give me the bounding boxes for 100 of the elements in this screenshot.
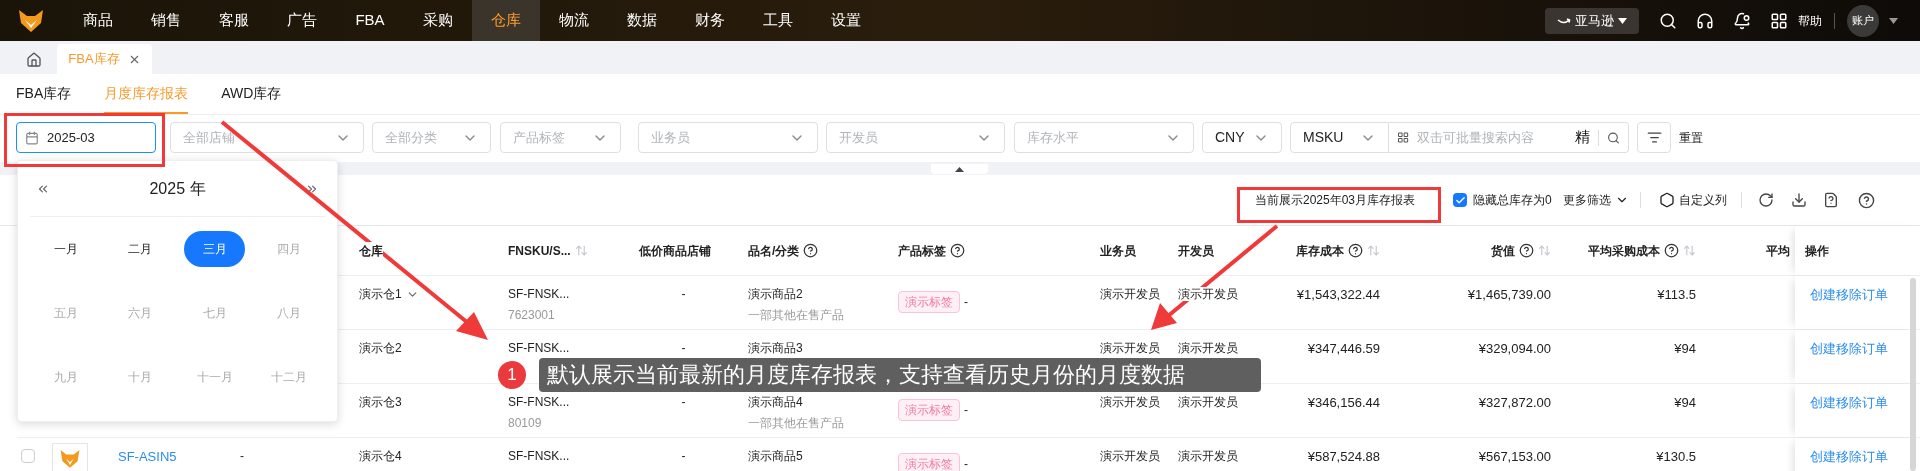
table-cell-text: SF-FNSK... — [508, 448, 571, 465]
help-icon[interactable] — [803, 243, 819, 258]
column-header: 仓库 — [359, 241, 383, 260]
document-help-icon[interactable] — [1822, 192, 1839, 208]
nav-item[interactable]: 商品 — [64, 0, 132, 41]
help-icon[interactable] — [1519, 243, 1534, 258]
check-icon — [1454, 194, 1466, 206]
search-type-select[interactable]: MSKU — [1290, 122, 1389, 153]
product-tag: 演示标签 — [898, 399, 960, 421]
column-header: 低价商品店铺 — [639, 241, 711, 260]
caret-down-icon — [1618, 17, 1627, 24]
month-cell[interactable]: 二月 — [109, 231, 171, 267]
table-cell-text: ¥327,872.00 — [1478, 394, 1551, 412]
table-cell-text: SF-FNSK... — [508, 394, 571, 411]
asin-link[interactable]: SF-ASIN5 — [118, 449, 177, 464]
nav-item[interactable]: 财务 — [676, 0, 744, 41]
help-icon[interactable] — [1664, 243, 1679, 258]
table-cell-text: ¥329,094.00 — [1478, 340, 1551, 358]
marketplace-selector[interactable]: 亚马逊 — [1545, 7, 1639, 34]
more-filters-button[interactable]: 更多筛选 — [1562, 191, 1629, 209]
filter-button[interactable] — [1637, 122, 1671, 153]
table-cell-text: 演示仓2 — [359, 340, 402, 357]
sub-tab[interactable]: AWD库存 — [221, 74, 282, 114]
product-tag: 演示标签 — [898, 291, 960, 313]
table-cell: 演示开发员 — [1100, 287, 1160, 301]
search-field[interactable]: 双击可批量搜索内容 精 — [1389, 122, 1629, 153]
table-cell-text: - — [964, 402, 968, 419]
checkbox[interactable] — [1453, 193, 1468, 207]
table-cell-text: ¥94 — [1674, 394, 1696, 412]
collapse-handle[interactable] — [931, 164, 988, 174]
table-cell-text: 演示仓4 — [359, 448, 402, 465]
month-cell[interactable]: 三月 — [184, 231, 246, 267]
help-link[interactable]: 帮助 — [1798, 11, 1822, 30]
sub-tab[interactable]: FBA库存 — [16, 74, 72, 114]
refresh-icon[interactable] — [1757, 192, 1774, 208]
table-cell: - — [240, 449, 244, 463]
table-cell: 演示开发员 — [1178, 287, 1238, 301]
table-cell-text: - — [964, 294, 968, 311]
nav-item[interactable]: 采购 — [404, 0, 472, 41]
nav-item[interactable]: 物流 — [540, 0, 608, 41]
create-removal-order-link[interactable]: 创建移除订单 — [1810, 447, 1888, 467]
date-field[interactable]: 2025-03 — [16, 122, 156, 153]
search-icon[interactable] — [1659, 11, 1677, 30]
nav-item[interactable]: 广告 — [268, 0, 336, 41]
product-tag: 演示标签 — [898, 453, 960, 471]
column-header: 品名/分类 — [748, 241, 800, 260]
table-cell-text: 7623001 — [508, 307, 556, 324]
table-cell-text: 一部其他在售产品 — [748, 307, 845, 324]
caret-down-icon[interactable] — [1889, 17, 1898, 24]
table-cell-text: - — [964, 456, 968, 471]
nav-item[interactable]: 销售 — [132, 0, 200, 41]
table-cell-text: ¥347,446.59 — [1307, 340, 1380, 358]
calendar-icon — [25, 130, 39, 145]
row-checkbox[interactable] — [21, 449, 35, 463]
column-header: 平均采购成本 — [1588, 241, 1660, 260]
bell-icon[interactable] — [1733, 11, 1751, 30]
table-cell-text: - — [681, 448, 686, 465]
nav-item[interactable]: 设置 — [812, 0, 880, 41]
table-cell-text: - — [681, 394, 686, 411]
fox-logo[interactable] — [18, 8, 44, 33]
table-cell: 演示开发员 — [1178, 341, 1238, 355]
column-header: 产品标签 — [898, 241, 946, 260]
checkbox-label: 隐藏总库存为0 — [1473, 192, 1552, 209]
filter-icon — [1646, 130, 1662, 145]
exact-match-toggle[interactable]: 精 — [1575, 126, 1591, 149]
help-icon[interactable] — [1857, 191, 1875, 209]
column-header: 库存成本 — [1296, 241, 1344, 260]
nav-item[interactable]: 数据 — [608, 0, 676, 41]
table-cell-text: 一部其他在售产品 — [748, 415, 845, 432]
create-removal-order-link[interactable]: 创建移除订单 — [1810, 339, 1888, 359]
create-removal-order-link[interactable]: 创建移除订单 — [1810, 285, 1888, 305]
table-cell-text: 演示仓3 — [359, 394, 402, 411]
nav-item[interactable]: 仓库 — [472, 0, 540, 41]
table-cell: 演示开发员 — [1178, 449, 1238, 463]
batch-grid-icon[interactable] — [1397, 130, 1410, 145]
apps-grid-icon[interactable] — [1770, 11, 1788, 30]
hexagon-icon — [1658, 192, 1675, 208]
account-avatar[interactable]: 账户 — [1847, 4, 1879, 37]
table-cell-text: 演示仓1 — [359, 286, 402, 303]
custom-columns-button[interactable]: 自定义列 — [1658, 191, 1727, 209]
nav-item[interactable]: 工具 — [744, 0, 812, 41]
download-icon[interactable] — [1790, 192, 1807, 208]
table-cell-text: - — [681, 340, 686, 357]
table-cell-text: SF-FNSK... — [508, 286, 571, 303]
table-cell-text: ¥567,153.00 — [1478, 448, 1551, 466]
nav-item[interactable]: FBA — [336, 0, 404, 41]
scrollbar[interactable] — [1910, 278, 1916, 471]
month-cell[interactable]: 一月 — [35, 231, 97, 267]
select-field[interactable]: CNY — [1202, 122, 1282, 153]
reset-button[interactable]: 重置 — [1679, 129, 1703, 147]
create-removal-order-link[interactable]: 创建移除订单 — [1810, 393, 1888, 413]
help-icon[interactable] — [1348, 243, 1363, 258]
table-cell-text: 演示商品3 — [748, 340, 804, 357]
table-cell-text: ¥1,543,322.44 — [1296, 286, 1380, 304]
table-cell-text: ¥346,156.44 — [1307, 394, 1380, 412]
headset-icon[interactable] — [1696, 11, 1714, 30]
help-icon[interactable] — [950, 243, 965, 258]
nav-item[interactable]: 客服 — [200, 0, 268, 41]
callout-tooltip: 默认展示当前最新的月度库存报表，支持查看历史月份的月度数据 — [539, 358, 1261, 392]
table-cell-text: ¥130.5 — [1656, 448, 1696, 466]
